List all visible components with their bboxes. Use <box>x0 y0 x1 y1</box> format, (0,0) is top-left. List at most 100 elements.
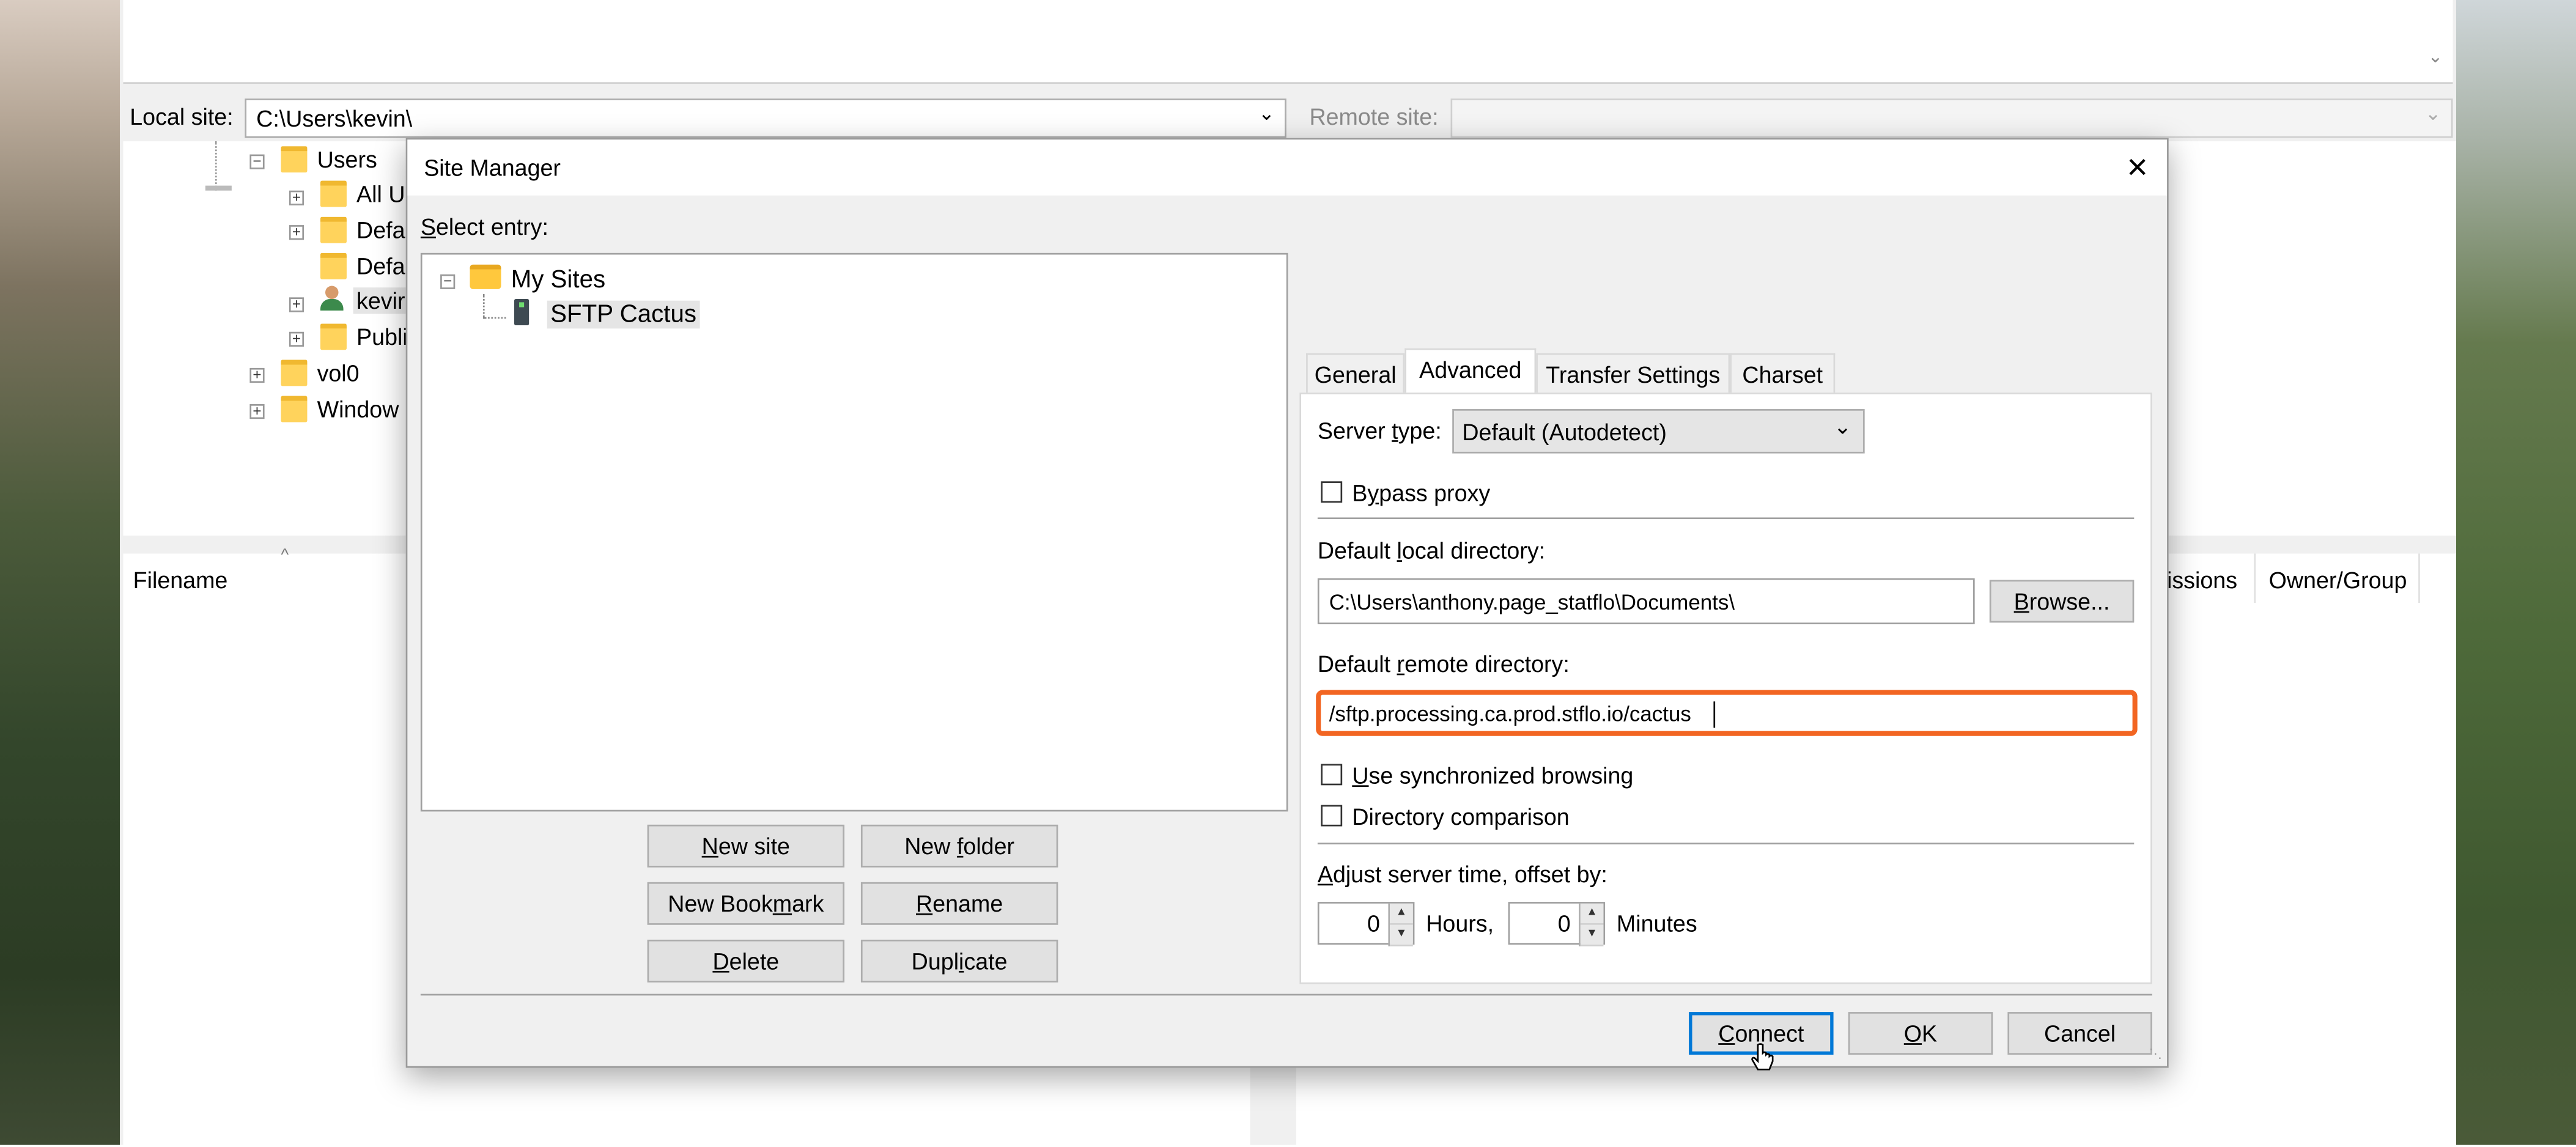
default-remote-dir-value: /sftp.processing.ca.prod.stflo.io/cactus <box>1329 701 1691 726</box>
expand-icon[interactable]: + <box>289 331 304 347</box>
minutes-spin-buttons[interactable]: ▲ ▼ <box>1579 903 1604 946</box>
dialog-title: Site Manager <box>424 154 561 181</box>
folder-icon <box>320 180 347 207</box>
rename-button[interactable]: Rename <box>860 882 1058 925</box>
sync-browsing-checkbox[interactable] <box>1321 764 1343 786</box>
new-site-button[interactable]: New site <box>647 824 845 868</box>
site-tree[interactable]: − My Sites SFTP Cactus <box>420 253 1288 812</box>
server-type-value: Default (Autodetect) <box>1462 419 1667 446</box>
chevron-down-icon: ⌄ <box>1833 414 1852 439</box>
chevron-down-icon[interactable]: ⌄ <box>2428 46 2443 67</box>
minutes-value: 0 <box>1557 910 1571 937</box>
desktop-background-right <box>2456 0 2576 1145</box>
browse-button[interactable]: Browse... <box>1989 580 2135 623</box>
tree-item-sftp-cactus[interactable]: SFTP Cactus <box>547 300 700 329</box>
tree-item-default[interactable]: Defa <box>356 217 405 243</box>
bypass-proxy-label: Bypass proxy <box>1352 479 1491 506</box>
folder-icon <box>281 146 308 173</box>
folder-icon <box>281 396 308 422</box>
local-site-path: C:\Users\kevin\ <box>256 105 413 131</box>
cancel-button[interactable]: Cancel <box>2007 1012 2152 1055</box>
default-remote-dir-label: Default remote directory: <box>1317 651 1570 677</box>
local-site-combobox[interactable]: C:\Users\kevin\ ⌄ <box>245 98 1286 138</box>
tree-line <box>482 317 506 320</box>
minutes-spinner[interactable]: 0 ▲ ▼ <box>1508 902 1606 946</box>
message-log: ⌄ <box>123 0 2453 84</box>
close-icon[interactable]: × <box>2116 146 2159 189</box>
default-local-dir-label: Default local directory: <box>1317 537 1546 564</box>
expand-icon[interactable]: + <box>289 224 304 240</box>
delete-button[interactable]: Delete <box>647 939 845 983</box>
advanced-tab-panel: Server type: Default (Autodetect) ⌄ Bypa… <box>1299 393 2152 984</box>
folder-icon <box>320 323 347 350</box>
server-type-select[interactable]: Default (Autodetect) ⌄ <box>1452 409 1865 454</box>
collapse-icon[interactable]: − <box>249 153 265 169</box>
tree-item-kevin[interactable]: kevir <box>353 287 408 314</box>
column-divider <box>2254 553 2256 603</box>
column-filename[interactable]: Filename <box>133 567 228 593</box>
user-icon <box>320 286 344 312</box>
tree-item-all-users[interactable]: All U <box>356 181 405 207</box>
dir-comparison-label: Directory comparison <box>1352 803 1570 830</box>
bypass-proxy-checkbox[interactable] <box>1321 481 1343 503</box>
tree-item-vol0[interactable]: vol0 <box>317 360 360 386</box>
default-local-dir-input[interactable]: C:\Users\anthony.page_statflo\Documents\ <box>1317 578 1975 625</box>
expand-icon[interactable]: + <box>249 404 265 419</box>
folder-icon <box>320 253 347 279</box>
folder-icon <box>470 264 501 289</box>
down-arrow-icon[interactable]: ▼ <box>1390 924 1413 946</box>
site-manager-dialog: Site Manager × Select entry: − My Sites … <box>405 138 2169 1071</box>
default-local-dir-value: C:\Users\anthony.page_statflo\Documents\ <box>1329 589 1735 614</box>
tab-charset[interactable]: Charset <box>1730 353 1836 394</box>
resize-grip[interactable]: ⋱ <box>2149 1047 2161 1061</box>
scroll-indicator <box>205 185 232 191</box>
tree-item-windows[interactable]: Window <box>317 396 399 422</box>
separator <box>1317 843 2135 845</box>
select-entry-label: Select entry: <box>420 213 548 240</box>
up-arrow-icon[interactable]: ▲ <box>1390 903 1413 925</box>
dir-comparison-checkbox[interactable] <box>1321 805 1343 827</box>
hours-spin-buttons[interactable]: ▲ ▼ <box>1388 903 1413 946</box>
expand-icon[interactable]: + <box>249 367 265 383</box>
dialog-title-bar: Site Manager × <box>407 139 2168 196</box>
sync-browsing-label: Use synchronized browsing <box>1352 762 1634 789</box>
tab-transfer-settings[interactable]: Transfer Settings <box>1536 353 1730 394</box>
tree-item-default-user[interactable]: Defa <box>356 253 405 279</box>
server-type-label: Server type: <box>1317 417 1442 444</box>
expand-icon[interactable]: + <box>289 297 304 312</box>
column-divider <box>2418 553 2420 603</box>
up-arrow-icon[interactable]: ▲ <box>1580 903 1604 925</box>
new-bookmark-button[interactable]: New Bookmark <box>647 882 845 925</box>
column-owner-group[interactable]: Owner/Group <box>2269 567 2407 593</box>
remote-site-label: Remote site: <box>1309 103 1439 130</box>
tab-advanced[interactable]: Advanced <box>1404 348 1537 394</box>
hours-spinner[interactable]: 0 ▲ ▼ <box>1317 902 1415 946</box>
hours-label: Hours, <box>1426 910 1494 937</box>
desktop-background-left <box>0 0 120 1145</box>
minutes-label: Minutes <box>1616 910 1697 937</box>
expand-icon[interactable]: + <box>289 190 304 205</box>
tab-general[interactable]: General <box>1306 353 1405 394</box>
sort-ascending-icon: ^ <box>281 547 289 566</box>
separator <box>1317 517 2135 520</box>
down-arrow-icon[interactable]: ▼ <box>1580 924 1604 946</box>
tree-line <box>482 293 486 317</box>
default-remote-dir-input[interactable]: /sftp.processing.ca.prod.stflo.io/cactus <box>1316 690 2138 736</box>
collapse-icon[interactable]: − <box>440 273 456 289</box>
text-cursor <box>1713 701 1716 728</box>
folder-icon <box>281 360 308 386</box>
chevron-down-icon: ⌄ <box>2424 101 2441 125</box>
tree-item-my-sites[interactable]: My Sites <box>511 266 606 294</box>
tree-line <box>215 141 218 191</box>
remote-site-combobox: ⌄ <box>1450 98 2453 138</box>
new-folder-button[interactable]: New folder <box>860 824 1058 868</box>
duplicate-button[interactable]: Duplicate <box>860 939 1058 983</box>
column-permissions[interactable]: issions <box>2167 567 2237 593</box>
ok-button[interactable]: OK <box>1848 1012 1993 1055</box>
hours-value: 0 <box>1367 910 1380 937</box>
tree-item-public[interactable]: Publi <box>356 323 408 350</box>
chevron-down-icon: ⌄ <box>1258 101 1275 125</box>
separator <box>420 994 2152 996</box>
tree-item-users[interactable]: Users <box>317 146 377 172</box>
adjust-time-label: Adjust server time, offset by: <box>1317 860 1607 887</box>
